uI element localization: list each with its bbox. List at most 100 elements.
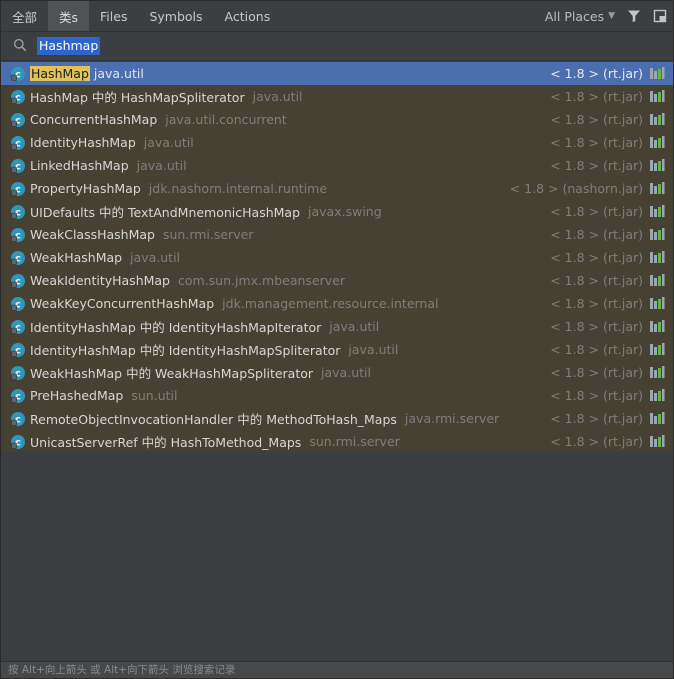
result-row[interactable]: c UnicastServerRef 中的 HashToMethod_Maps su… [1, 430, 673, 453]
result-package: sun.rmi.server [162, 227, 254, 242]
result-name: WeakKeyConcurrentHashMap [30, 296, 214, 311]
library-icon [649, 319, 665, 333]
result-name-text: WeakHashMap [30, 250, 123, 265]
result-package: java.util [143, 135, 194, 150]
library-icon [649, 135, 665, 149]
result-library: < 1.8 > (rt.jar) [550, 434, 643, 449]
filter-icon[interactable] [621, 1, 647, 31]
result-name-text: UnicastServerRef 中的 HashToMethod_Maps [30, 435, 302, 450]
class-icon: c [10, 112, 26, 128]
search-everywhere-popup: 全部 类s Files Symbols Actions All Places ▼… [0, 0, 674, 679]
class-icon: c [10, 158, 26, 174]
tab-actions[interactable]: Actions [214, 1, 282, 31]
result-row[interactable]: c LinkedHashMap java.util < 1.8 > (rt.jar) [1, 154, 673, 177]
search-input[interactable]: Hashmap [37, 37, 101, 55]
tab-classes[interactable]: 类s [48, 1, 90, 31]
result-row[interactable]: c WeakIdentityHashMap com.sun.jmx.mbeanser… [1, 269, 673, 292]
result-name-text: PreHashedMap [30, 388, 124, 403]
tab-all[interactable]: 全部 [1, 1, 48, 31]
result-name: WeakHashMap 中的 WeakHashMapSpliterator [30, 363, 313, 382]
result-library: < 1.8 > (nashorn.jar) [509, 181, 643, 196]
result-name-text: UIDefaults 中的 TextAndMnemonicHashMap [30, 205, 301, 220]
result-name-text: RemoteObjectInvocationHandler 中的 MethodT… [30, 412, 397, 427]
result-name-text: WeakClassHashMap [30, 227, 155, 242]
tab-files[interactable]: Files [89, 1, 138, 31]
library-icon [649, 434, 665, 448]
class-icon: c [10, 411, 26, 427]
result-row[interactable]: c HashMap 中的 HashMapSpliterator java.util <… [1, 85, 673, 108]
preview-panel-icon[interactable] [647, 1, 673, 31]
class-icon: c [10, 66, 26, 82]
result-row[interactable]: c HashMap java.util < 1.8 > (rt.jar) [1, 62, 673, 85]
result-name-text: IdentityHashMap 中的 IdentityHashMapSplite… [30, 343, 341, 358]
result-library: < 1.8 > (rt.jar) [550, 342, 643, 357]
library-icon [649, 112, 665, 126]
library-icon [649, 342, 665, 356]
result-name: WeakIdentityHashMap [30, 273, 170, 288]
result-name: UnicastServerRef 中的 HashToMethod_Maps [30, 432, 301, 451]
result-package: java.util [93, 66, 144, 81]
result-library: < 1.8 > (rt.jar) [550, 135, 643, 150]
result-name: WeakHashMap [30, 250, 122, 265]
result-library: < 1.8 > (rt.jar) [550, 411, 643, 426]
result-row[interactable]: c WeakClassHashMap sun.rmi.server < 1.8 > (… [1, 223, 673, 246]
result-row[interactable]: c WeakHashMap java.util < 1.8 > (rt.jar) [1, 246, 673, 269]
result-library: < 1.8 > (rt.jar) [550, 204, 643, 219]
result-library: < 1.8 > (rt.jar) [550, 89, 643, 104]
tab-symbols[interactable]: Symbols [138, 1, 213, 31]
status-hint: 按 Alt+向上箭头 或 Alt+向下箭头 浏览搜索记录 [1, 661, 673, 678]
library-icon [649, 365, 665, 379]
class-icon: c [10, 227, 26, 243]
result-library: < 1.8 > (rt.jar) [550, 365, 643, 380]
result-row[interactable]: c ConcurrentHashMap java.util.concurrent < … [1, 108, 673, 131]
library-icon [649, 273, 665, 287]
class-icon: c [10, 135, 26, 151]
result-row[interactable]: c UIDefaults 中的 TextAndMnemonicHashMap jav… [1, 200, 673, 223]
class-icon: c [10, 388, 26, 404]
result-library: < 1.8 > (rt.jar) [550, 227, 643, 242]
result-row[interactable]: c RemoteObjectInvocationHandler 中的 Method… [1, 407, 673, 430]
result-package: sun.rmi.server [309, 434, 400, 449]
result-name: IdentityHashMap [30, 135, 136, 150]
result-row[interactable]: c IdentityHashMap java.util < 1.8 > (rt.jar… [1, 131, 673, 154]
result-name-text: WeakIdentityHashMap [30, 273, 170, 288]
result-package: java.util [130, 250, 181, 265]
scope-label: All Places [544, 8, 605, 24]
library-icon [649, 89, 665, 103]
match-highlight: HashMap [30, 66, 90, 81]
class-icon: c [10, 342, 26, 358]
chevron-down-icon: ▼ [608, 11, 615, 21]
class-icon: c [10, 296, 26, 312]
result-library: < 1.8 > (rt.jar) [550, 158, 643, 173]
class-icon: c [10, 319, 26, 335]
search-icon [13, 38, 27, 55]
result-row[interactable]: c IdentityHashMap 中的 IdentityHashMapItera… [1, 315, 673, 338]
class-icon: c [10, 434, 26, 450]
result-row[interactable]: c IdentityHashMap 中的 IdentityHashMapSplit… [1, 338, 673, 361]
empty-area [1, 452, 673, 662]
result-package: java.util.concurrent [165, 112, 287, 127]
result-library: < 1.8 > (rt.jar) [550, 112, 643, 127]
result-package: java.util [321, 365, 371, 380]
result-row[interactable]: c WeakKeyConcurrentHashMap jdk.management.… [1, 292, 673, 315]
class-icon: c [10, 365, 26, 381]
library-icon [649, 158, 665, 172]
class-icon: c [10, 273, 26, 289]
result-name: HashMap 中的 HashMapSpliterator [30, 87, 245, 106]
result-package: java.util [136, 158, 187, 173]
result-row[interactable]: c PropertyHashMap jdk.nashorn.internal.run… [1, 177, 673, 200]
result-library: < 1.8 > (rt.jar) [550, 66, 643, 81]
result-row[interactable]: c PreHashedMap sun.util < 1.8 > (rt.jar) [1, 384, 673, 407]
result-row[interactable]: c WeakHashMap 中的 WeakHashMapSpliterator ja… [1, 361, 673, 384]
result-package: javax.swing [308, 204, 382, 219]
result-name-text: IdentityHashMap 中的 IdentityHashMapIterat… [30, 320, 322, 335]
class-icon: c [10, 204, 26, 220]
library-icon [649, 66, 665, 80]
result-name: ConcurrentHashMap [30, 112, 157, 127]
result-library: < 1.8 > (rt.jar) [550, 388, 643, 403]
scope-dropdown[interactable]: All Places ▼ [545, 1, 621, 31]
library-icon [649, 227, 665, 241]
class-icon: c [10, 250, 26, 266]
result-name-text: PropertyHashMap [30, 181, 141, 196]
result-package: java.util [348, 342, 399, 357]
